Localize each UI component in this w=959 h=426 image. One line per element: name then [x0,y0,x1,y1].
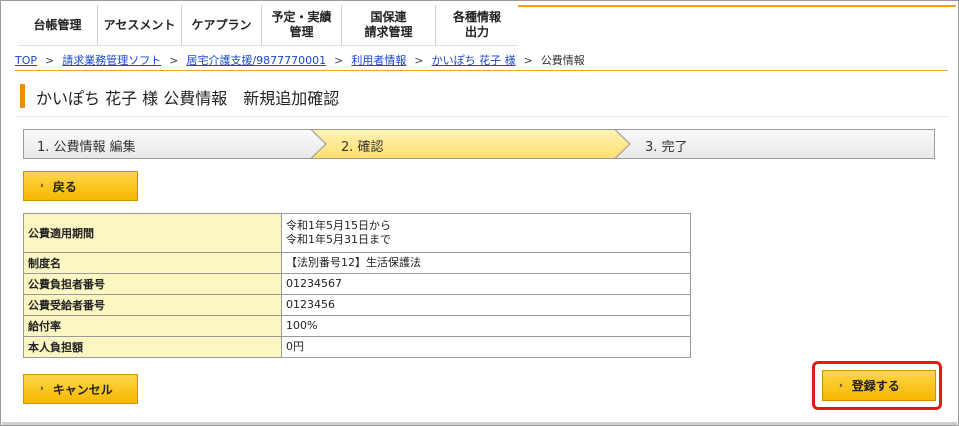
register-button-label: 登録する [851,379,900,393]
tab-ledger-label: 台帳管理 [33,17,82,32]
main-nav: 台帳管理 アセスメント ケアプラン 予定・実績 管理 国保連 請求管理 各種情報… [18,5,518,45]
breadcrumb-user-name[interactable]: かいぽち 花子 様 [432,52,516,68]
row-key: 制度名 [23,252,282,274]
row-value: 【法別番号12】生活保護法 [281,252,691,274]
row-value: 100% [281,315,691,337]
row-value: 令和1年5月15日から 令和1年5月31日まで [281,213,691,253]
table-row: 給付率 100% [23,315,691,337]
nav-accent-line [518,5,956,7]
breadcrumb-separator: > [45,53,55,67]
register-button[interactable]: › 登録する [822,370,936,401]
breadcrumb-divider [15,70,948,71]
row-key: 本人負担額 [23,336,282,358]
row-value: 0123456 [281,294,691,316]
step-2-label: 2. 確認 [341,140,384,155]
tab-billing[interactable]: 国保連 請求管理 [342,5,436,45]
breadcrumb-current: 公費情報 [540,54,585,67]
breadcrumb: TOP > 請求業務管理ソフト > 居宅介護支援/9877770001 > 利用… [15,52,585,68]
tab-schedule[interactable]: 予定・実績 管理 [262,5,342,45]
breadcrumb-user-info[interactable]: 利用者情報 [351,52,406,68]
table-row: 公費負担者番号 01234567 [23,273,691,295]
step-indicator: 1. 公費情報 編集 2. 確認 3. 完了 [23,129,935,159]
row-value: 01234567 [281,273,691,295]
back-button[interactable]: › 戻る [23,171,138,201]
nav-underline [18,45,518,46]
title-divider [15,116,948,117]
table-row: 公費受給者番号 0123456 [23,294,691,316]
back-button-label: 戻る [52,179,77,194]
row-key: 公費受給者番号 [23,294,282,316]
tab-careplan[interactable]: ケアプラン [182,5,262,45]
period-start: 令和1年5月15日から [286,219,391,232]
breadcrumb-separator: > [523,53,533,67]
chevron-right-icon: › [839,380,843,391]
chevron-right-icon: › [40,384,44,394]
tab-assessment[interactable]: アセスメント [98,5,182,45]
step-indicator-graphic [23,129,935,159]
tab-schedule-label: 予定・実績 管理 [271,10,332,39]
row-key: 公費負担者番号 [23,273,282,295]
table-row: 公費適用期間 令和1年5月15日から 令和1年5月31日まで [23,213,691,253]
table-row: 制度名 【法別番号12】生活保護法 [23,252,691,274]
tab-careplan-label: ケアプラン [191,17,252,32]
breadcrumb-billing-soft[interactable]: 請求業務管理ソフト [62,52,161,68]
row-key: 給付率 [23,315,282,337]
step-1-label: 1. 公費情報 編集 [37,140,136,155]
chevron-right-icon: › [40,181,44,191]
breadcrumb-separator: > [169,53,179,67]
row-value: 0円 [281,336,691,358]
tab-assessment-label: アセスメント [103,17,176,32]
step-3-label: 3. 完了 [645,140,688,155]
tab-output-label: 各種情報 出力 [452,10,501,39]
tab-output[interactable]: 各種情報 出力 [436,5,518,45]
breadcrumb-top[interactable]: TOP [15,54,37,67]
window-shadow [2,422,957,425]
tab-ledger[interactable]: 台帳管理 [18,5,98,45]
cancel-button[interactable]: › キャンセル [23,374,138,404]
tab-billing-label: 国保連 請求管理 [364,10,413,39]
breadcrumb-separator: > [334,53,344,67]
breadcrumb-office[interactable]: 居宅介護支援/9877770001 [186,52,326,68]
page-title: かいぽち 花子 様 公費情報 新規追加確認 [36,89,340,108]
row-key: 公費適用期間 [23,213,282,253]
table-row: 本人負担額 0円 [23,336,691,358]
title-accent-bar [20,84,25,108]
period-end: 令和1年5月31日まで [286,233,391,246]
public-expense-table: 公費適用期間 令和1年5月15日から 令和1年5月31日まで 制度名 【法別番号1… [23,213,691,358]
breadcrumb-separator: > [414,53,424,67]
cancel-button-label: キャンセル [52,382,113,397]
